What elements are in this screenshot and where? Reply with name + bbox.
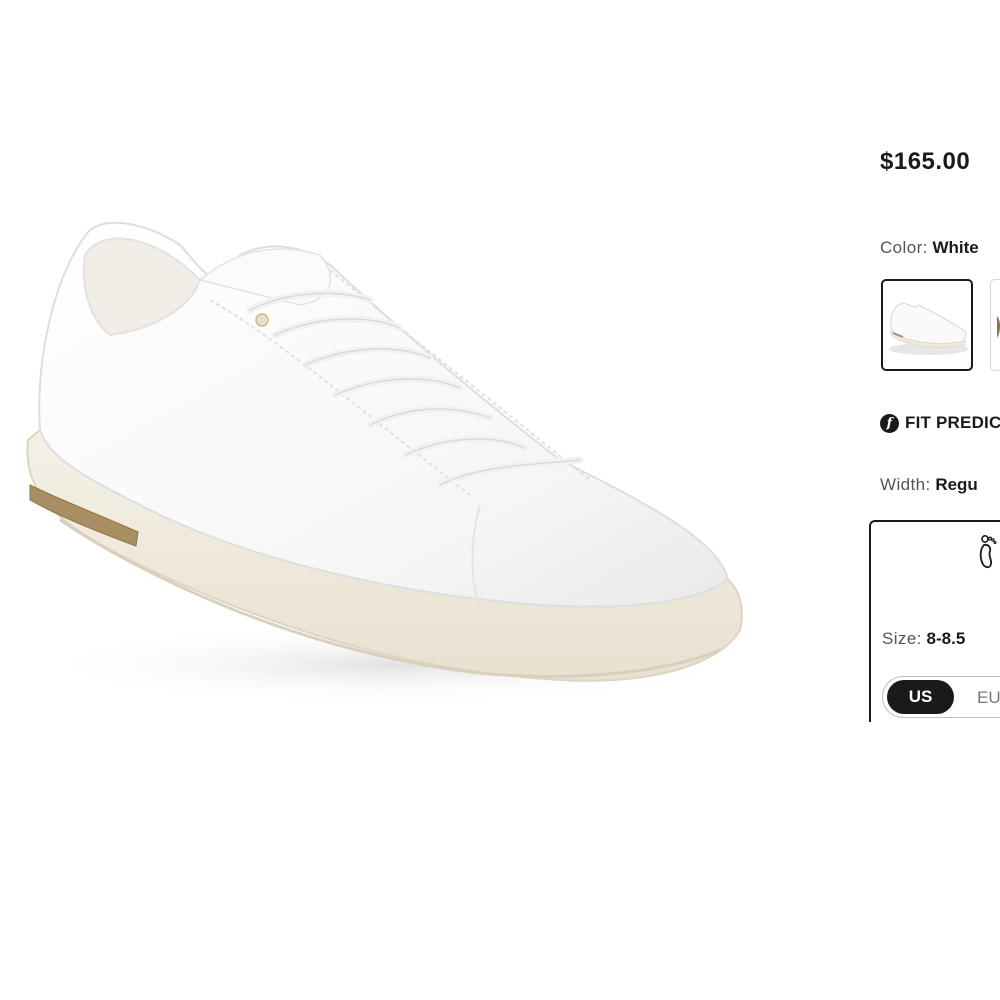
size-unit-us-button[interactable]: US: [887, 680, 954, 714]
fit-predictor-label: FIT PREDIC: [905, 413, 1000, 432]
foot-icon: [979, 535, 997, 569]
color-value: White: [932, 238, 979, 257]
size-unit-eu-button[interactable]: EU: [977, 688, 1000, 708]
product-main-image[interactable]: [0, 160, 760, 720]
color-selector-label: Color: White: [880, 238, 979, 258]
size-selector-label: Size: 8-8.5: [882, 629, 965, 649]
swatch-thumbnail-image: [889, 302, 969, 355]
width-label: Width:: [880, 475, 931, 494]
size-value: 8-8.5: [926, 629, 966, 648]
fit-predictor-link[interactable]: f FIT PREDIC: [880, 413, 1000, 433]
swatch-thumbnail-image: [997, 316, 1000, 338]
size-label: Size:: [882, 629, 922, 648]
product-price: $165.00: [880, 148, 971, 175]
width-value: Regu: [935, 475, 978, 494]
color-swatch-other[interactable]: [990, 279, 1000, 371]
product-page: $165.00 Color: White f FIT PREDIC Width:…: [0, 0, 1000, 1000]
width-selector-label: Width: Regu: [880, 475, 978, 495]
fit-predictor-logo-icon: f: [880, 413, 899, 433]
color-swatch-white[interactable]: [881, 279, 973, 371]
color-label: Color:: [880, 238, 928, 257]
